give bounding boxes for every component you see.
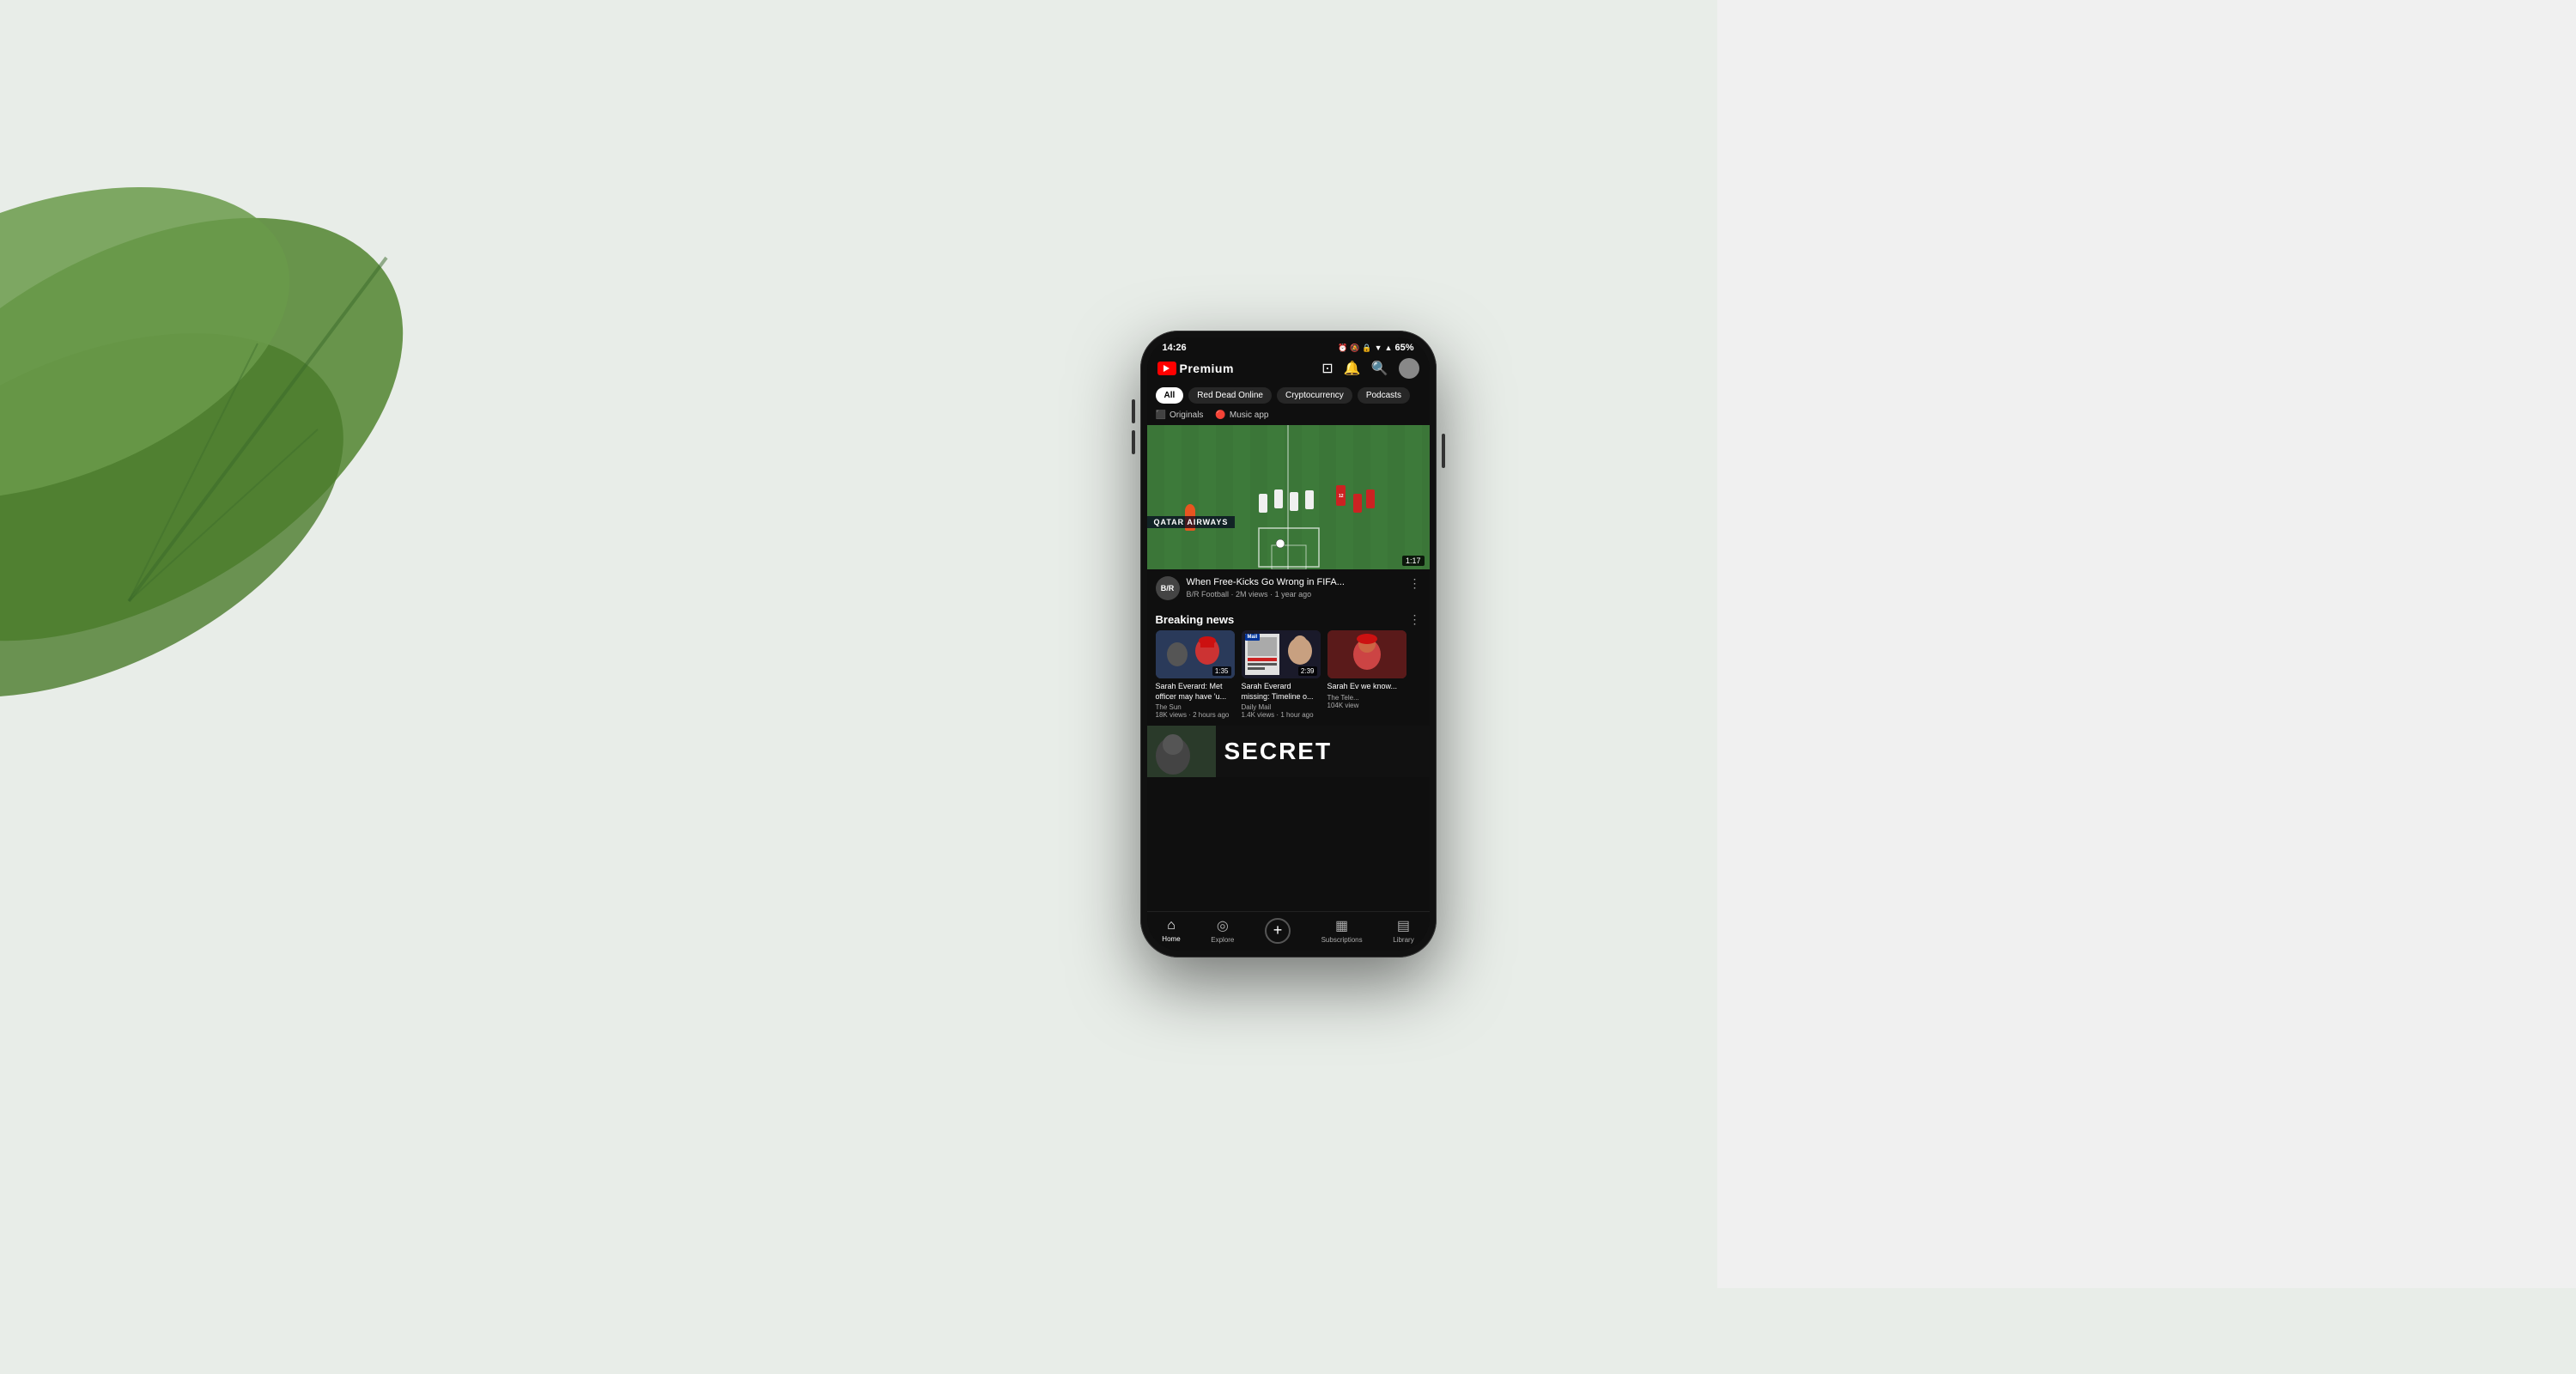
alarm-icon: ⏰: [1338, 344, 1347, 353]
news-1-meta: 18K views · 2 hours ago: [1156, 711, 1235, 719]
main-video-thumbnail[interactable]: 12 QATAR AIRWAYS 1:17: [1147, 425, 1430, 569]
news-3-views: 104K view: [1327, 702, 1359, 709]
signal-icon: ▲: [1385, 344, 1393, 352]
mail-logo: Mail: [1245, 634, 1261, 641]
secret-thumb: [1147, 726, 1216, 777]
music-app-label: Music app: [1230, 410, 1269, 420]
header-actions: ⊡ 🔔 🔍: [1321, 358, 1419, 379]
vol-up-button[interactable]: [1132, 399, 1135, 423]
originals-label: Originals: [1170, 410, 1203, 420]
breaking-news-title: Breaking news: [1156, 613, 1235, 626]
nav-library[interactable]: ▤ Library: [1393, 917, 1413, 944]
phone-screen: 14:26 ⏰ 🔕 🔒 ▼ ▲ 65% Premium ⊡ 🔔 🔍: [1147, 337, 1430, 951]
cast-icon[interactable]: ⊡: [1321, 360, 1333, 377]
news-1-title: Sarah Everard: Met officer may have 'u..…: [1156, 682, 1235, 702]
news-card-1[interactable]: The Sun 1:35 Sarah Everard: Met office: [1156, 630, 1235, 719]
explore-label: Explore: [1211, 936, 1234, 944]
nav-add[interactable]: +: [1265, 918, 1291, 944]
originals-icon: ⬛: [1156, 410, 1166, 420]
main-video-meta: B/R When Free-Kicks Go Wrong in FIFA... …: [1147, 569, 1430, 607]
soccer-field-image: 12 QATAR AIRWAYS 1:17: [1147, 425, 1430, 569]
news-card-3[interactable]: Sarah Ev we know... The Tele... 104K vie…: [1327, 630, 1406, 719]
svg-text:12: 12: [1339, 494, 1344, 499]
add-icon: +: [1273, 921, 1283, 939]
chip-red-dead-online[interactable]: Red Dead Online: [1188, 387, 1272, 404]
status-icons: ⏰ 🔕 🔒 ▼ ▲ 65%: [1338, 343, 1414, 353]
originals-button[interactable]: ⬛ Originals: [1156, 410, 1204, 420]
video-views-count: 2M views: [1236, 590, 1268, 599]
status-time: 14:26: [1163, 343, 1187, 353]
nav-explore[interactable]: ◎ Explore: [1211, 917, 1234, 944]
video-banner: QATAR AIRWAYS: [1147, 516, 1236, 528]
news-2-views: 1.4K views: [1242, 711, 1275, 719]
video-title[interactable]: When Free-Kicks Go Wrong in FIFA...: [1187, 576, 1402, 588]
secret-section[interactable]: SECRET: [1147, 726, 1430, 777]
library-label: Library: [1393, 936, 1413, 944]
news-thumb-2: MISSING Mail: [1242, 630, 1321, 678]
news-2-age: 1 hour ago: [1280, 711, 1313, 719]
bottom-nav: ⌂ Home ◎ Explore + ▦ Subscriptions ▤ Lib…: [1147, 911, 1430, 951]
chip-podcasts[interactable]: Podcasts: [1358, 387, 1410, 404]
chip-cryptocurrency[interactable]: Cryptocurrency: [1277, 387, 1352, 404]
filter-chips-row: All Red Dead Online Cryptocurrency Podca…: [1147, 384, 1430, 407]
compass-icon: ◎: [1217, 917, 1229, 934]
breaking-news-row: The Sun 1:35 Sarah Everard: Met office: [1147, 630, 1430, 726]
subscriptions-icon: ▦: [1335, 917, 1348, 934]
bell-icon[interactable]: 🔔: [1344, 360, 1361, 377]
battery-level: 65%: [1394, 343, 1413, 353]
music-icon: 🔴: [1215, 410, 1225, 420]
news-1-age: 2 hours ago: [1193, 711, 1229, 719]
video-meta-sub: B/R Football · 2M views · 1 year ago: [1187, 590, 1402, 599]
video-channel: B/R Football: [1187, 590, 1230, 599]
news-2-channel: Daily Mail: [1242, 703, 1321, 711]
home-icon: ⌂: [1167, 918, 1176, 933]
mute-icon: 🔕: [1350, 344, 1359, 353]
vpn-icon: 🔒: [1362, 344, 1371, 353]
avatar[interactable]: [1399, 358, 1419, 379]
music-app-button[interactable]: 🔴 Music app: [1215, 410, 1268, 420]
news-2-title: Sarah Everard missing: Timeline o...: [1242, 682, 1321, 702]
news-3-meta: 104K view: [1327, 702, 1406, 709]
news-2-duration: 2:39: [1298, 666, 1317, 676]
news-thumb-3: [1327, 630, 1406, 678]
subscriptions-label: Subscriptions: [1321, 936, 1363, 944]
news-3-title: Sarah Ev we know...: [1327, 682, 1406, 692]
secret-text-label: SECRET: [1216, 738, 1333, 765]
youtube-logo-icon: [1157, 362, 1176, 375]
wifi-icon: ▼: [1375, 344, 1382, 352]
status-bar: 14:26 ⏰ 🔕 🔒 ▼ ▲ 65%: [1147, 337, 1430, 355]
video-duration-badge: 1:17: [1402, 556, 1425, 566]
news-card-2[interactable]: MISSING Mail: [1242, 630, 1321, 719]
nav-home[interactable]: ⌂ Home: [1162, 918, 1180, 943]
news-thumb-1: The Sun 1:35: [1156, 630, 1235, 678]
video-more-options[interactable]: ⋮: [1409, 576, 1421, 591]
power-button[interactable]: [1442, 434, 1445, 468]
vol-down-button[interactable]: [1132, 430, 1135, 454]
premium-label: Premium: [1180, 362, 1234, 375]
news-1-channel: The Sun: [1156, 703, 1235, 711]
search-icon[interactable]: 🔍: [1371, 360, 1388, 377]
channel-avatar: B/R: [1156, 576, 1180, 600]
news-1-views: 18K views: [1156, 711, 1187, 719]
logo-area: Premium: [1157, 362, 1234, 375]
news-3-channel: The Tele...: [1327, 694, 1406, 702]
nav-subscriptions[interactable]: ▦ Subscriptions: [1321, 917, 1363, 944]
breaking-news-more[interactable]: ⋮: [1409, 612, 1421, 627]
phone-device: 14:26 ⏰ 🔕 🔒 ▼ ▲ 65% Premium ⊡ 🔔 🔍: [1140, 331, 1437, 958]
news-2-meta: 1.4K views · 1 hour ago: [1242, 711, 1321, 719]
home-label: Home: [1162, 935, 1180, 943]
news-1-duration: 1:35: [1212, 666, 1231, 676]
add-button[interactable]: +: [1265, 918, 1291, 944]
video-age: 1 year ago: [1275, 590, 1312, 599]
library-icon: ▤: [1397, 917, 1410, 934]
video-info: When Free-Kicks Go Wrong in FIFA... B/R …: [1187, 576, 1402, 599]
content-area: 12 QATAR AIRWAYS 1:17 B/R When Free: [1147, 425, 1430, 911]
app-header: Premium ⊡ 🔔 🔍: [1147, 355, 1430, 384]
breaking-news-header: Breaking news ⋮: [1147, 607, 1430, 630]
chip-all[interactable]: All: [1156, 387, 1184, 404]
premium-feature-row: ⬛ Originals 🔴 Music app: [1147, 407, 1430, 425]
